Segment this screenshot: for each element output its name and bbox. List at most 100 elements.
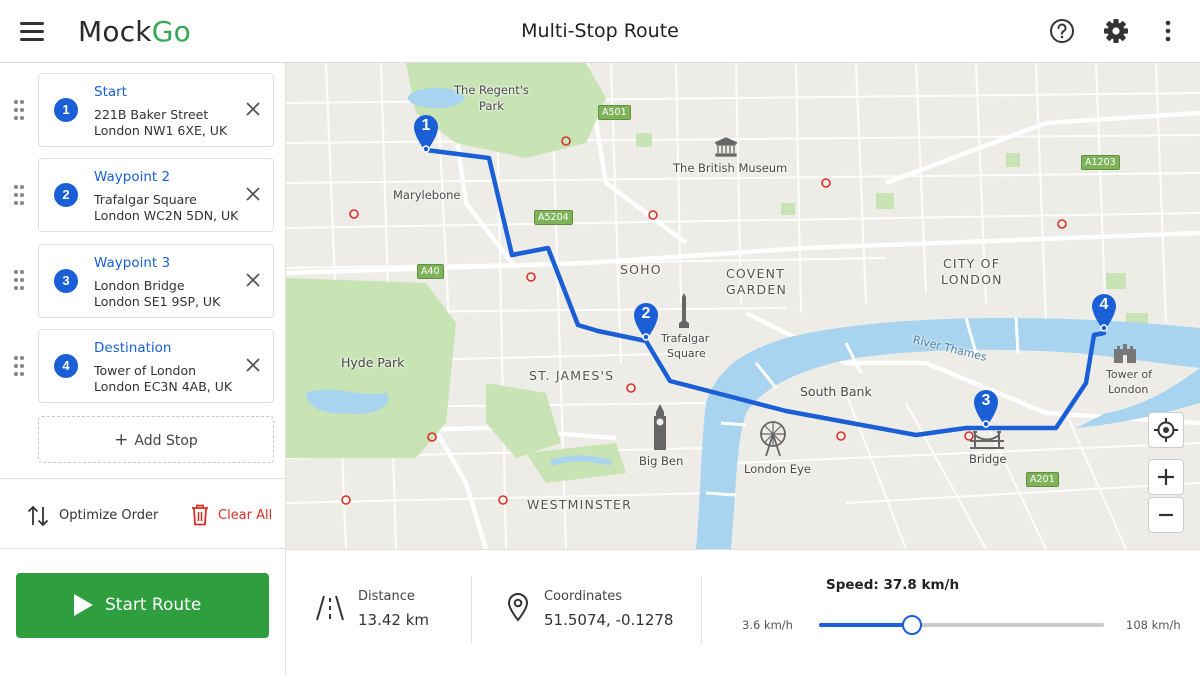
stop-title: Destination (94, 340, 172, 356)
help-circle-icon[interactable] (1047, 16, 1077, 46)
drag-handle-icon[interactable] (14, 270, 26, 294)
stops-sidebar: 1 Start 221B Baker Street London NW1 6XE… (0, 63, 286, 675)
speed-title: Speed: 37.8 km/h (826, 577, 960, 593)
coordinates-label: Coordinates (544, 589, 623, 604)
monument-icon (677, 293, 691, 329)
map-label-london-eye: London Eye (744, 462, 811, 476)
add-stop-button[interactable]: + Add Stop (38, 416, 274, 463)
menu-icon[interactable] (20, 21, 46, 41)
start-route-button[interactable]: Start Route (16, 573, 269, 638)
map-label-st-james: ST. JAMES'S (529, 368, 615, 383)
sidebar-actions: Optimize Order Clear All (0, 478, 286, 549)
route-map[interactable]: The Regent's Park Marylebone The British… (286, 63, 1200, 549)
road-badge-a501: A501 (598, 105, 631, 120)
clear-all-label: Clear All (218, 508, 273, 523)
map-label-covent-garden: COVENT (726, 266, 785, 281)
route-marker-2[interactable]: 2 (632, 301, 660, 341)
add-stop-label: Add Stop (134, 433, 198, 449)
marker-number: 1 (421, 117, 431, 134)
minus-icon (1159, 513, 1173, 517)
road-badge-a5204: A5204 (534, 210, 573, 225)
map-label-regents-park: Park (479, 99, 504, 113)
map-label-big-ben: Big Ben (639, 454, 684, 468)
stop-card-waypoint-3[interactable]: 3 Waypoint 3 London Bridge London SE1 9S… (38, 244, 274, 318)
drag-handle-icon[interactable] (14, 356, 26, 380)
stop-title: Waypoint 2 (94, 169, 171, 185)
close-icon[interactable] (245, 101, 261, 117)
more-vert-icon[interactable] (1153, 16, 1183, 46)
map-label-soho: SOHO (620, 262, 662, 277)
stop-number-badge: 1 (54, 98, 78, 122)
stop-address-line2: London NW1 6XE, UK (94, 123, 228, 138)
map-label-trafalgar-square: Trafalgar (661, 332, 710, 345)
map-label-south-bank: South Bank (800, 384, 872, 399)
map-label-bridge: Bridge (969, 452, 1007, 466)
drag-handle-icon[interactable] (14, 185, 26, 209)
marker-number: 3 (981, 392, 991, 409)
distance-value: 13.42 km (358, 611, 430, 629)
location-pin-icon (506, 592, 530, 622)
play-icon (74, 594, 93, 616)
map-label-regents-park: The Regent's (454, 83, 529, 97)
stop-number-badge: 3 (54, 269, 78, 293)
start-route-label: Start Route (105, 595, 202, 615)
map-label-city-of-london: CITY OF (943, 256, 1001, 271)
route-marker-4[interactable]: 4 (1090, 292, 1118, 332)
plus-icon (1158, 469, 1174, 485)
map-label-trafalgar-square: Square (667, 347, 706, 360)
close-icon[interactable] (245, 186, 261, 202)
crosshair-icon (1154, 418, 1178, 442)
map-label-hyde-park: Hyde Park (341, 355, 405, 370)
speed-slider-thumb[interactable] (902, 615, 923, 635)
map-label-westminster: WESTMINSTER (527, 497, 633, 512)
close-icon[interactable] (245, 272, 261, 288)
gear-icon[interactable] (1101, 16, 1131, 46)
stop-number-badge: 4 (54, 354, 78, 378)
museum-icon (714, 137, 738, 157)
stop-card-destination[interactable]: 4 Destination Tower of London London EC3… (38, 329, 274, 403)
plus-icon: + (114, 430, 129, 450)
ferris-wheel-icon (758, 419, 788, 457)
zoom-out-button[interactable] (1148, 497, 1184, 533)
close-icon[interactable] (245, 357, 261, 373)
clear-all-button[interactable]: Clear All (190, 503, 272, 529)
stop-address-line2: London WC2N 5DN, UK (94, 208, 239, 223)
castle-icon (1112, 341, 1138, 363)
distance-label: Distance (358, 589, 415, 604)
road-icon (314, 594, 346, 622)
stop-address-line1: London Bridge (94, 278, 185, 293)
map-label-tower-of-london: Tower of (1106, 368, 1152, 381)
stop-title: Waypoint 3 (94, 255, 171, 271)
marker-number: 4 (1099, 296, 1109, 313)
swap-vertical-icon (27, 505, 49, 527)
map-label-marylebone: Marylebone (393, 188, 461, 202)
route-marker-3[interactable]: 3 (972, 388, 1000, 428)
route-marker-1[interactable]: 1 (412, 113, 440, 153)
road-badge-a40: A40 (417, 264, 444, 279)
stop-card-waypoint-2[interactable]: 2 Waypoint 2 Trafalgar Square London WC2… (38, 158, 274, 232)
stop-address-line1: 221B Baker Street (94, 107, 209, 122)
zoom-in-button[interactable] (1148, 459, 1184, 495)
map-label-tower-of-london: London (1108, 383, 1149, 396)
road-badge-a201: A201 (1026, 472, 1059, 487)
trash-icon (192, 504, 208, 526)
big-ben-icon (650, 404, 670, 450)
optimize-order-button[interactable]: Optimize Order (26, 503, 158, 529)
optimize-order-label: Optimize Order (59, 508, 159, 523)
stop-address-line2: London EC3N 4AB, UK (94, 379, 233, 394)
coordinates-value: 51.5074, -0.1278 (544, 611, 674, 629)
stop-address-line1: Trafalgar Square (94, 192, 197, 207)
road-badge-a1203: A1203 (1081, 155, 1120, 170)
stop-address-line2: London SE1 9SP, UK (94, 294, 221, 309)
my-location-button[interactable] (1148, 412, 1184, 448)
stop-card-start[interactable]: 1 Start 221B Baker Street London NW1 6XE… (38, 73, 274, 147)
drag-handle-icon[interactable] (14, 100, 26, 124)
speed-max-label: 108 km/h (1126, 618, 1181, 632)
stop-title: Start (94, 84, 127, 100)
route-info-bar: Distance 13.42 km Coordinates 51.5074, -… (286, 549, 1200, 675)
speed-slider-track[interactable] (819, 615, 1104, 635)
stop-address-line1: Tower of London (94, 363, 197, 378)
stop-number-badge: 2 (54, 183, 78, 207)
speed-min-label: 3.6 km/h (742, 618, 793, 632)
speed-slider-fill (819, 623, 913, 627)
